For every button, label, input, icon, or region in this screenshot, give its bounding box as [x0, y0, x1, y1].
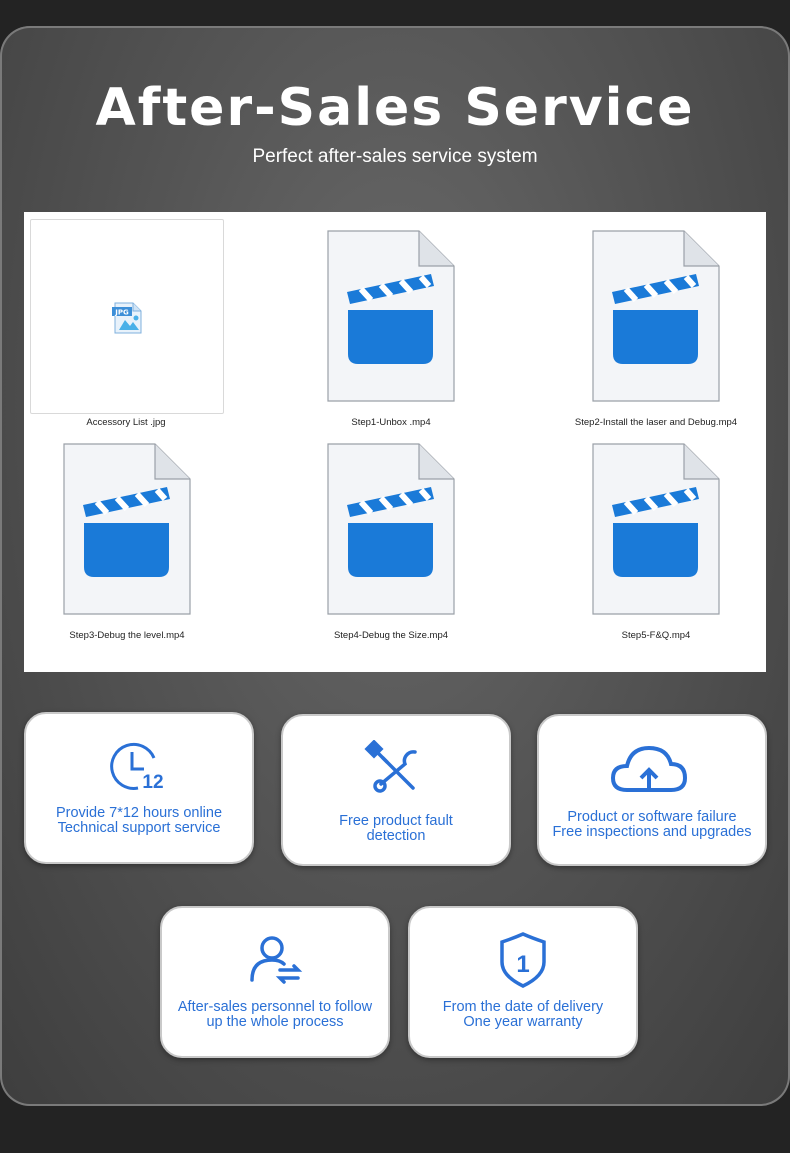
service-card-warranty: 1 From the date of delivery One year war…	[408, 906, 638, 1058]
page-title: After-Sales Service	[95, 78, 695, 138]
person-transfer-icon	[250, 936, 303, 984]
file-item-step5[interactable]: Step5-F&Q.mp4	[536, 425, 776, 641]
file-item-step4[interactable]: Step4-Debug the Size.mp4	[271, 425, 511, 641]
service-card-online-support: 12 Provide 7*12 hours online Technical s…	[24, 712, 254, 864]
service-text: Provide 7*12 hours online Technical supp…	[55, 805, 223, 836]
shield-one-icon: 1	[500, 932, 546, 988]
clock-12-icon: 12	[110, 742, 164, 793]
file-name: Step4-Debug the Size.mp4	[333, 630, 449, 641]
video-file-icon	[592, 443, 720, 615]
file-item-step1[interactable]: Step1-Unbox .mp4	[271, 212, 511, 428]
video-file-icon	[327, 443, 455, 615]
video-file-icon	[63, 443, 191, 615]
file-item-accessory-list[interactable]: JPG Accessory List .jpg	[24, 212, 264, 428]
file-item-step3[interactable]: Step3-Debug the level.mp4	[7, 425, 247, 641]
file-browser: JPG Accessory List .jpg Step1-Unbox .mp4	[24, 212, 766, 672]
file-name: Step3-Debug the level.mp4	[69, 630, 185, 641]
service-text: From the date of delivery One year warra…	[442, 999, 604, 1030]
service-text: After-sales personnel to follow up the w…	[177, 999, 373, 1030]
content-panel: After-Sales Service Perfect after-sales …	[0, 26, 790, 1106]
svg-text:JPG: JPG	[114, 309, 129, 317]
file-thumbnail: JPG	[30, 219, 224, 414]
svg-text:1: 1	[516, 951, 529, 978]
wrench-screwdriver-icon	[364, 740, 417, 793]
file-name: Step5-F&Q.mp4	[621, 630, 691, 641]
video-file-icon	[592, 230, 720, 402]
page-subtitle: Perfect after-sales service system	[252, 146, 538, 167]
service-card-fault-detection: Free product fault detection	[281, 714, 511, 866]
svg-text:12: 12	[142, 772, 163, 793]
service-text: Product or software failure Free inspect…	[552, 809, 752, 840]
cloud-upload-icon	[610, 745, 688, 792]
service-card-software-upgrade: Product or software failure Free inspect…	[537, 714, 767, 866]
service-text: Free product fault detection	[339, 813, 453, 844]
video-file-icon	[327, 230, 455, 402]
jpg-file-icon: JPG	[112, 302, 142, 334]
service-card-personnel-follow-up: After-sales personnel to follow up the w…	[160, 906, 390, 1058]
file-item-step2[interactable]: Step2-Install the laser and Debug.mp4	[536, 212, 776, 428]
